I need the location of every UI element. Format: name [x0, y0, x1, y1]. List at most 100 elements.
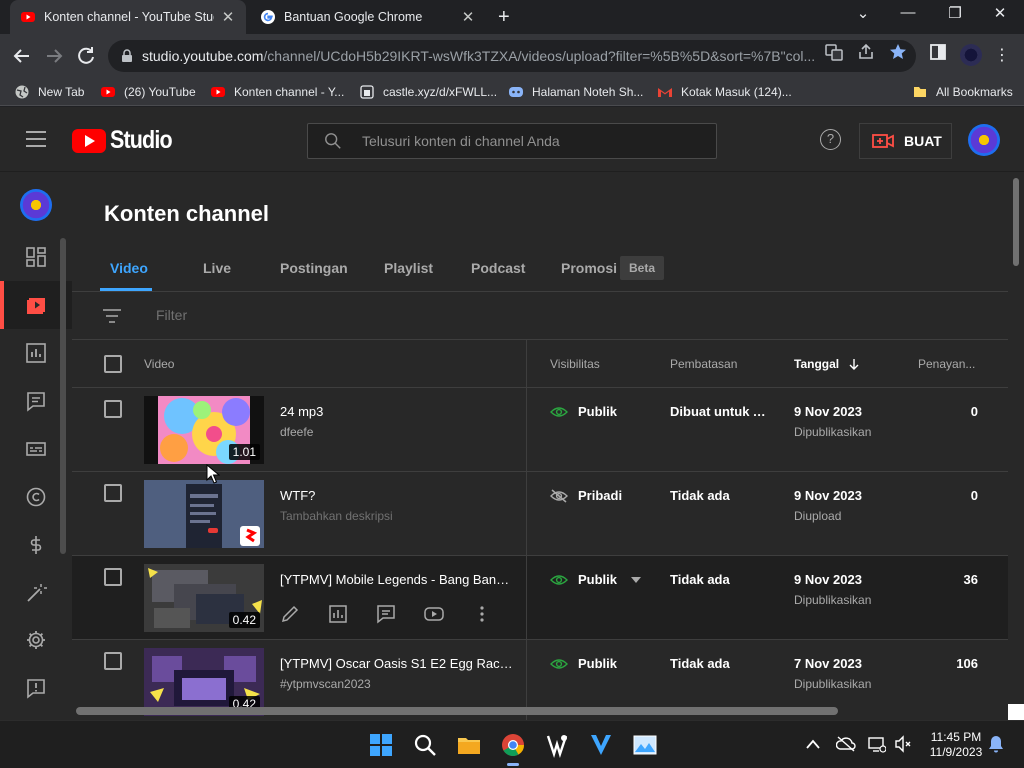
analytics-action[interactable] — [328, 602, 376, 626]
more-options-action[interactable] — [472, 602, 520, 626]
row-checkbox[interactable] — [104, 652, 122, 670]
channel-search-input[interactable]: Telusuri konten di channel Anda — [307, 123, 717, 159]
system-clock[interactable]: 11:45 PM 11/9/2023 — [920, 730, 992, 760]
hamburger-menu-icon[interactable] — [26, 131, 46, 147]
chrome-icon[interactable] — [500, 732, 526, 758]
table-row[interactable]: 0.42 [YTPMV] Mobile Legends - Bang Bang … — [72, 556, 1008, 640]
file-explorer-icon[interactable] — [456, 732, 482, 758]
google-icon — [261, 10, 275, 24]
visibility-label: Publik — [578, 572, 618, 587]
network-icon[interactable] — [868, 735, 886, 753]
tab-playlist[interactable]: Playlist — [384, 260, 433, 276]
filter-bar[interactable]: Filter — [72, 292, 1008, 340]
close-window-button[interactable]: ✕ — [990, 4, 1010, 22]
nav-customization[interactable] — [0, 569, 72, 617]
windows-start-icon[interactable] — [368, 732, 394, 758]
table-row[interactable]: WTF? Tambahkan deskripsi Pribadi Tidak a… — [72, 472, 1008, 556]
photos-icon[interactable] — [632, 732, 658, 758]
nav-settings[interactable] — [0, 616, 72, 664]
tab-close-icon[interactable]: ✕ — [220, 8, 236, 26]
translate-icon[interactable] — [824, 42, 844, 62]
tab-promosi[interactable]: Promosi — [561, 260, 617, 276]
forward-icon[interactable] — [42, 44, 66, 68]
new-tab-button[interactable]: + — [498, 6, 510, 29]
notification-bell-icon[interactable] — [988, 735, 1004, 753]
view-on-youtube-action[interactable] — [424, 602, 472, 626]
video-thumbnail[interactable]: 1.01 — [144, 396, 264, 464]
bookmark-konten-channel[interactable]: Konten channel - Y... — [210, 82, 344, 102]
bookmark-halaman[interactable]: Halaman Noteh Sh... — [508, 82, 643, 102]
share-icon[interactable] — [856, 42, 876, 62]
bookmark-new-tab[interactable]: New Tab — [14, 82, 84, 102]
studio-logo[interactable]: Studio — [72, 126, 182, 155]
create-button[interactable]: BUAT — [859, 123, 952, 159]
comments-icon — [377, 605, 395, 624]
tab-video[interactable]: Video — [110, 260, 148, 276]
add-description-link[interactable]: Tambahkan deskripsi — [280, 509, 393, 523]
more-vertical-icon — [480, 606, 484, 622]
search-placeholder: Telusuri konten di channel Anda — [362, 133, 560, 149]
video-thumbnail[interactable]: 0.42 — [144, 648, 264, 716]
visibility-cell[interactable]: Publik — [550, 656, 617, 671]
tab-youtube-studio[interactable]: Konten channel - YouTube Studio ✕ — [10, 0, 246, 34]
caret-down-icon[interactable] — [631, 576, 642, 583]
page-title: Konten channel — [104, 201, 270, 226]
account-avatar[interactable] — [968, 124, 1000, 156]
tab-chrome-help[interactable]: Bantuan Google Chrome ✕ — [250, 0, 488, 34]
tab-search-icon[interactable]: ⌄ — [853, 4, 873, 22]
bookmark-star-icon[interactable] — [888, 42, 908, 62]
edit-details-action[interactable] — [280, 602, 328, 626]
search-icon[interactable] — [412, 732, 438, 758]
chevron-up-icon[interactable] — [806, 739, 820, 749]
tab-postingan[interactable]: Postingan — [280, 260, 348, 276]
reload-icon[interactable] — [74, 44, 98, 68]
row-checkbox[interactable] — [104, 484, 122, 502]
comments-action[interactable] — [376, 602, 424, 626]
column-date[interactable]: Tanggal — [794, 357, 860, 371]
onedrive-off-icon[interactable] — [836, 735, 856, 753]
minimize-button[interactable]: — — [898, 4, 918, 21]
address-bar[interactable]: studio.youtube.com/channel/UCdoH5b29IKRT… — [108, 40, 916, 72]
visibility-cell[interactable]: Publik — [550, 404, 617, 419]
left-nav-scrollbar[interactable] — [60, 238, 66, 554]
select-all-checkbox[interactable] — [104, 355, 122, 373]
video-title[interactable]: 24 mp3 — [280, 404, 516, 419]
video-title[interactable]: WTF? — [280, 488, 516, 503]
video-title[interactable]: [YTPMV] Oscar Oasis S1 E2 Egg Race Scan — [280, 656, 516, 671]
column-restrictions[interactable]: Pembatasan — [670, 357, 737, 371]
video-thumbnail[interactable] — [144, 480, 264, 548]
help-icon[interactable]: ? — [820, 129, 841, 150]
video-title[interactable]: [YTPMV] Mobile Legends - Bang Bang Scan — [280, 572, 516, 587]
app-icon[interactable] — [544, 732, 570, 758]
tab-live[interactable]: Live — [203, 260, 231, 276]
profile-avatar[interactable] — [960, 44, 982, 66]
visibility-cell[interactable]: Pribadi — [550, 488, 622, 503]
side-panel-icon[interactable] — [928, 42, 948, 62]
row-checkbox[interactable] — [104, 568, 122, 586]
bookmark-label: New Tab — [38, 85, 85, 99]
views-cell: 36 — [963, 572, 978, 587]
bookmark-youtube[interactable]: (26) YouTube — [100, 82, 196, 102]
column-views[interactable]: Penayan... — [918, 357, 975, 371]
bookmark-castle[interactable]: castle.xyz/d/xFWLL... — [359, 82, 497, 102]
column-visibility[interactable]: Visibilitas — [550, 357, 600, 371]
table-row[interactable]: 1.01 24 mp3 dfeefe Publik Dibuat untuk A… — [72, 388, 1008, 472]
volume-muted-icon[interactable] — [894, 735, 912, 753]
filter-input[interactable]: Filter — [156, 307, 187, 323]
horizontal-scrollbar[interactable] — [76, 707, 838, 715]
bookmark-gmail[interactable]: Kotak Masuk (124)... — [657, 82, 792, 102]
video-thumbnail[interactable]: 0.42 — [144, 564, 264, 632]
page-scrollbar[interactable] — [1013, 178, 1019, 266]
more-menu-icon[interactable]: ⋮ — [990, 44, 1014, 68]
bookmark-all[interactable]: All Bookmarks — [912, 82, 1013, 102]
visibility-cell[interactable]: Publik — [550, 572, 651, 587]
tab-podcast[interactable]: Podcast — [471, 260, 525, 276]
row-checkbox[interactable] — [104, 400, 122, 418]
youtube-outline-icon — [424, 607, 444, 621]
nav-feedback[interactable] — [0, 664, 72, 712]
channel-avatar[interactable] — [20, 189, 52, 221]
video-editor-icon[interactable] — [588, 732, 614, 758]
tab-close-icon[interactable]: ✕ — [460, 8, 476, 26]
restore-button[interactable]: ❐ — [945, 4, 965, 22]
back-icon[interactable] — [10, 44, 34, 68]
